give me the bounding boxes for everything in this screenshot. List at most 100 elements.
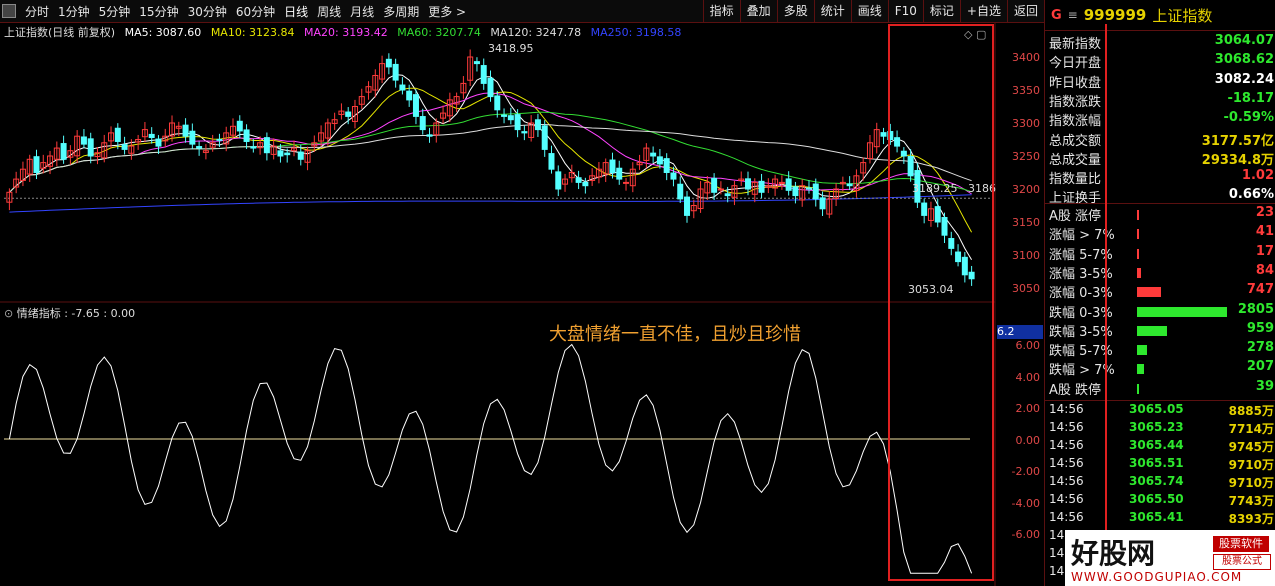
- candle-body: [243, 129, 250, 142]
- indicator-tick: 2.00: [1015, 402, 1041, 415]
- candle-body: [663, 158, 670, 174]
- candle-body: [250, 146, 257, 149]
- stat-label: 昨日收盘: [1049, 75, 1102, 91]
- tick-volume: 9745万: [1228, 440, 1274, 454]
- quote-stat-row: 指数涨跌 -18.17: [1045, 91, 1275, 110]
- price-tick: 3050: [1012, 282, 1040, 295]
- indicator-tick: 0.00: [1015, 433, 1041, 447]
- candle-body: [87, 138, 94, 157]
- candle-body: [385, 58, 392, 68]
- candle-body: [609, 159, 616, 173]
- tick-volume: 9710万: [1228, 458, 1274, 472]
- watermark-brand: 好股网: [1071, 537, 1156, 570]
- candle-body: [182, 124, 189, 137]
- candle-body: [480, 65, 487, 84]
- candle-body: [412, 94, 419, 117]
- price-tick: 3150: [1012, 216, 1040, 229]
- candle-body: [216, 138, 223, 141]
- candle-body: [846, 183, 853, 187]
- distribution-row: A股 跌停 39: [1045, 379, 1275, 398]
- distribution-bar: [1137, 364, 1144, 375]
- candle-body: [189, 130, 196, 145]
- tick-volume: 8393万: [1228, 512, 1274, 526]
- distribution-row: 跌幅 3-5% 959: [1045, 321, 1275, 340]
- price-tick: 3400: [1012, 51, 1040, 64]
- candle-body: [148, 133, 155, 139]
- candle-body: [399, 84, 406, 91]
- candle-body: [819, 197, 826, 210]
- indicator-tick: 6.00: [1015, 339, 1041, 352]
- tick-row: 14:56 3065.51 9710万: [1045, 456, 1275, 474]
- candle-body: [419, 116, 426, 131]
- distribution-label: 涨幅 5-7%: [1049, 247, 1113, 263]
- tick-volume: 7714万: [1228, 422, 1274, 436]
- indicator-tick: -4.00: [1011, 496, 1040, 510]
- distribution-label: 涨幅 3-5%: [1049, 266, 1113, 282]
- candle-body: [284, 152, 291, 156]
- distribution-label: A股 涨停: [1049, 209, 1102, 224]
- distribution-value: 17: [1255, 243, 1274, 259]
- indicator-menu-icon[interactable]: ⊙: [4, 307, 13, 320]
- candle-body: [711, 177, 718, 193]
- candle-body: [724, 193, 731, 197]
- candle-body: [114, 127, 121, 142]
- quote-stat-row: 总成交量 29334.8万: [1045, 149, 1275, 168]
- tick-row: 14:56 3065.44 9745万: [1045, 438, 1275, 456]
- distribution-value: 207: [1246, 359, 1274, 375]
- sentiment-annotation: 大盘情绪一直不佳，且炒且珍惜: [549, 324, 801, 345]
- stat-value: -0.59%: [1223, 110, 1275, 126]
- watermark-tag-formula: 股票公式: [1213, 554, 1271, 570]
- tick-price: 3065.74: [1129, 474, 1184, 488]
- stat-value: 0.66%: [1228, 187, 1274, 203]
- distribution-bar: [1137, 325, 1167, 336]
- tick-volume: 8885万: [1228, 404, 1274, 418]
- tick-time: 14:56: [1049, 420, 1084, 434]
- distribution-bar: [1137, 383, 1139, 394]
- stat-value: 1.02: [1241, 168, 1274, 184]
- tick-time: 14:56: [1049, 438, 1084, 452]
- candle-body: [155, 138, 162, 147]
- tick-time: 14:56: [1049, 510, 1084, 524]
- candle-body: [277, 150, 284, 157]
- candle-body: [684, 196, 691, 216]
- price-tick: 3200: [1012, 183, 1040, 196]
- tick-row: 14:56 3065.23 7714万: [1045, 420, 1275, 438]
- tick-price: 3065.41: [1129, 510, 1184, 524]
- candle-body: [521, 131, 528, 134]
- candle-body: [792, 186, 799, 197]
- quote-panel: G ≡ 999999 上证指数 最新指数 3064.07 今日开盘 3068.62 昨日…: [1044, 0, 1275, 586]
- candle-body: [33, 156, 40, 174]
- quote-stat-row: 指数量比 1.02: [1045, 168, 1275, 187]
- distribution-value: 84: [1255, 262, 1274, 278]
- stat-label: 今日开盘: [1049, 56, 1102, 72]
- tick-row: 14:56 3065.74 9710万: [1045, 474, 1275, 492]
- stat-value: 3064.07: [1214, 33, 1274, 48]
- tick-time: 14:56: [1049, 456, 1084, 470]
- distribution-value: 278: [1246, 340, 1274, 356]
- distribution-row: 涨幅 0-3% 747: [1045, 282, 1275, 301]
- candle-body: [345, 111, 352, 117]
- quote-stat-row: 指数涨幅 -0.59%: [1045, 110, 1275, 129]
- tick-row: 14:56 3065.41 8393万: [1045, 510, 1275, 528]
- distribution-label: 跌幅 5-7%: [1049, 344, 1113, 360]
- candle-body: [541, 125, 548, 150]
- distribution-row: 涨幅 3-5% 84: [1045, 263, 1275, 282]
- candle-body: [880, 132, 887, 137]
- price-tick: 3350: [1012, 84, 1040, 97]
- candle-body: [406, 90, 413, 101]
- stat-value: 29334.8万: [1201, 152, 1274, 168]
- menu-icon[interactable]: ≡: [1068, 8, 1078, 22]
- tick-price: 3065.23: [1129, 420, 1184, 434]
- quote-code: 999999: [1083, 6, 1147, 24]
- site-watermark: 好股网 股票软件 股票公式 WWW.GOODGUPIAO.COM: [1065, 530, 1275, 586]
- price-tick: 3100: [1012, 249, 1040, 262]
- watermark-tag-software: 股票软件: [1213, 536, 1269, 552]
- g-icon[interactable]: G: [1051, 8, 1062, 23]
- candle-body: [121, 144, 128, 150]
- indicator-legend: ⊙ 情绪指标 : -7.65 : 0.00: [4, 305, 135, 321]
- candle-body: [555, 171, 562, 190]
- price-tick: 3250: [1012, 150, 1040, 163]
- tick-row: 14:56 3065.05 8885万: [1045, 402, 1275, 420]
- indicator-legend-text: 情绪指标 : -7.65 : 0.00: [16, 307, 136, 320]
- distribution-label: 跌幅 0-3%: [1049, 305, 1113, 321]
